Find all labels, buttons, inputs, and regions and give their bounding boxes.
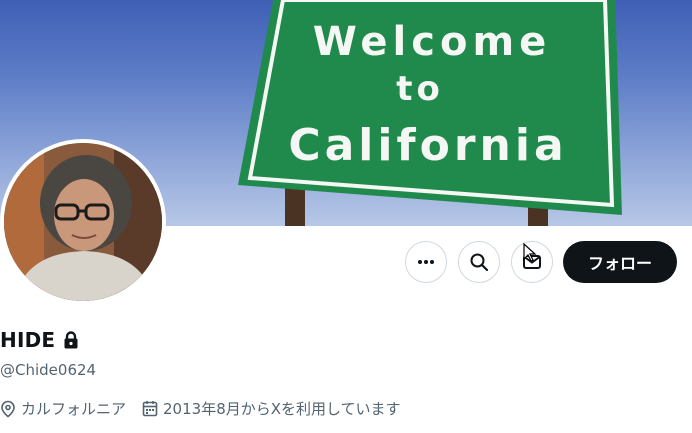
- lock-icon: [64, 331, 78, 349]
- profile-handle: @Chide0624: [0, 361, 97, 379]
- sign-line-2: to: [396, 69, 444, 109]
- profile-page: Welcome to California フォロー HIDE @Chide06…: [0, 0, 692, 433]
- joined-text: 2013年8月からXを利用しています: [163, 400, 401, 418]
- location-text: カルフォルニア: [21, 400, 127, 418]
- more-button[interactable]: [405, 241, 447, 283]
- profile-meta: カルフォルニア 2013年8月からXを利用しています: [0, 398, 417, 419]
- avatar[interactable]: [0, 139, 166, 305]
- sign-line-1: Welcome: [313, 19, 552, 65]
- search-button[interactable]: [458, 241, 500, 283]
- sign-line-3: California: [288, 120, 567, 171]
- location-icon: [1, 400, 15, 418]
- calendar-icon: [142, 401, 158, 417]
- follow-button[interactable]: フォロー: [563, 241, 677, 283]
- more-icon: [418, 260, 434, 264]
- mouse-cursor-icon: [523, 243, 537, 262]
- search-icon: [470, 253, 489, 272]
- location-item: カルフォルニア: [0, 398, 126, 419]
- follow-button-label: フォロー: [587, 254, 652, 273]
- joined-item: 2013年8月からXを利用しています: [142, 398, 401, 419]
- display-name: HIDE: [0, 328, 56, 352]
- profile-name: HIDE: [0, 328, 79, 352]
